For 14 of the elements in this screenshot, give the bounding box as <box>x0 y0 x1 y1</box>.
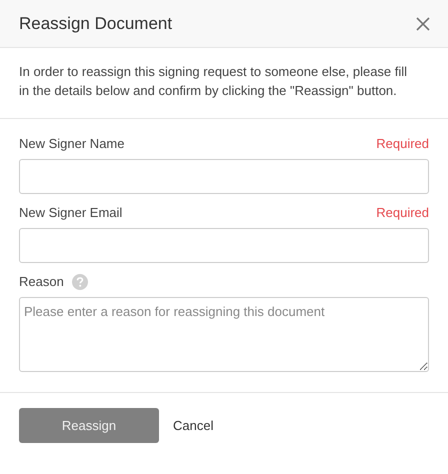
close-button[interactable] <box>414 14 432 32</box>
cancel-button[interactable]: Cancel <box>173 416 214 436</box>
reason-field[interactable]: Please enter a reason for reassigning this document <box>19 297 429 372</box>
close-icon <box>416 16 430 30</box>
field-label: Reason <box>19 273 64 292</box>
dialog-title: Reassign Document <box>19 12 172 35</box>
required-note: Required <box>376 135 429 154</box>
input-field[interactable] <box>19 228 429 263</box>
help-icon[interactable] <box>72 274 88 290</box>
field-label: New Signer Name <box>19 135 124 154</box>
input-field[interactable] <box>19 159 429 194</box>
intro-text: In order to reassign this signing request to someone else, please fill in the details below and confirm by clicking the "Reassign" button. <box>19 63 408 100</box>
field-label: New Signer Email <box>19 204 122 222</box>
required-note: Required <box>376 204 429 222</box>
